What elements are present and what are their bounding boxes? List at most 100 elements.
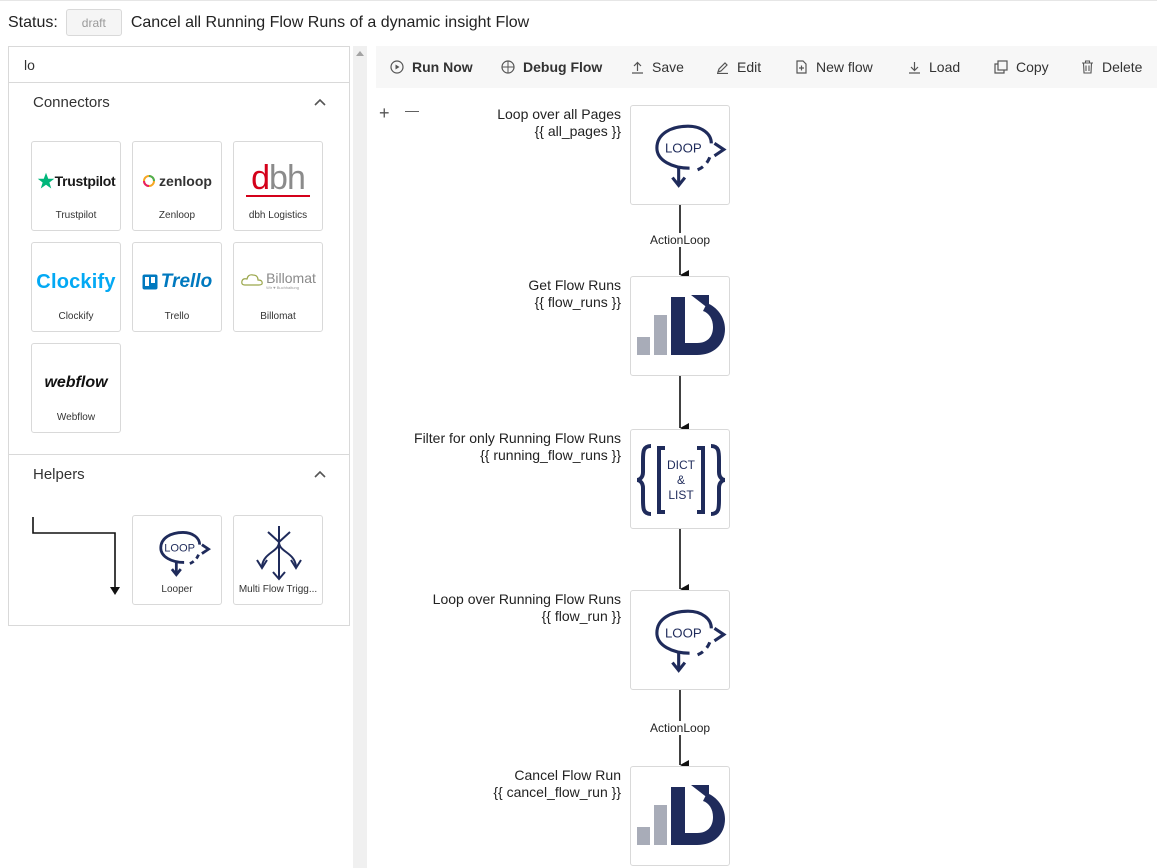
helper-tile-multi-flow-trigger[interactable]: Multi Flow Trigg...	[233, 515, 323, 605]
save-label: Save	[652, 59, 684, 75]
connectors-title: Connectors	[33, 93, 110, 111]
trustpilot-logo: Trustpilot	[32, 164, 120, 198]
zenloop-wordmark: zenloop	[159, 173, 212, 189]
dict-list-icon: DICT & LIST	[636, 444, 726, 516]
flow-canvas[interactable]: + — ActionLoop ActionLoop Loop over all …	[376, 88, 1157, 868]
copy-icon	[994, 60, 1008, 74]
status-bar: Status: draft Cancel all Running Flow Ru…	[0, 0, 1157, 44]
trello-board-icon	[142, 274, 158, 290]
billomat-wordmark: Billomat	[266, 270, 316, 286]
loop-icon-text: LOOP	[164, 542, 195, 554]
node-variable: {{ running_flow_runs }}	[480, 447, 621, 463]
connector-tile-trello[interactable]: Trello Trello	[132, 242, 222, 332]
run-now-button[interactable]: Run Now	[390, 46, 473, 88]
new-flow-label: New flow	[816, 59, 873, 75]
connector-label: Billomat	[260, 311, 296, 322]
connector-label: Trello	[164, 311, 190, 322]
run-now-label: Run Now	[412, 59, 473, 75]
chevron-up-icon[interactable]	[313, 467, 327, 481]
connector-tile-dbh[interactable]: dbh dbh Logistics	[233, 141, 323, 231]
scrollbar[interactable]	[353, 46, 367, 868]
bug-icon	[501, 60, 515, 74]
node-cancel-flow-run[interactable]	[630, 766, 730, 866]
upload-icon	[632, 61, 643, 74]
edge-label: ActionLoop	[650, 721, 711, 735]
connector-tile-billomat[interactable]: Billomat Wir ♥ Buchhaltung Billomat	[233, 242, 323, 332]
connector-label: Trustpilot	[55, 210, 97, 221]
save-button[interactable]: Save	[631, 46, 684, 88]
ampersand-text: &	[677, 473, 685, 487]
insight-icon	[637, 785, 725, 845]
star-icon	[37, 172, 54, 189]
chevron-up-icon[interactable]	[313, 95, 327, 109]
delete-label: Delete	[1102, 59, 1143, 75]
node-label: Cancel Flow Run {{ cancel_flow_run }}	[493, 767, 621, 801]
component-panel: lo Connectors Trustpilot Trustpilot zenl	[8, 46, 350, 626]
connector-tile-clockify[interactable]: Clockify Clockify	[31, 242, 121, 332]
load-button[interactable]: Load	[908, 46, 960, 88]
node-title: Loop over Running Flow Runs	[432, 591, 621, 607]
node-label: Loop over Running Flow Runs {{ flow_run …	[433, 591, 621, 625]
node-title: Get Flow Runs	[528, 277, 621, 293]
connectors-header[interactable]: Connectors	[9, 83, 349, 121]
billomat-logo: Billomat Wir ♥ Buchhaltung	[234, 263, 322, 297]
toolbar: Run Now Debug Flow Save Edit New flow Lo…	[376, 46, 1157, 88]
node-title: Loop over all Pages	[497, 106, 621, 122]
node-variable: {{ flow_run }}	[541, 608, 621, 624]
router-helper-icon[interactable]	[31, 515, 123, 599]
debug-flow-button[interactable]: Debug Flow	[501, 46, 602, 88]
list-text: LIST	[668, 488, 694, 502]
node-label: Get Flow Runs {{ flow_runs }}	[528, 277, 621, 311]
connector-tile-webflow[interactable]: webflow Webflow	[31, 343, 121, 433]
node-loop-over-all-pages[interactable]: LOOP	[630, 105, 730, 205]
billomat-tagline: Wir ♥ Buchhaltung	[266, 285, 299, 290]
edit-label: Edit	[737, 59, 762, 75]
helpers-title: Helpers	[33, 465, 85, 483]
delete-button[interactable]: Delete	[1081, 46, 1142, 88]
connector-tile-trustpilot[interactable]: Trustpilot Trustpilot	[31, 141, 121, 231]
status-badge: draft	[65, 9, 122, 36]
zenloop-logo: zenloop	[133, 164, 221, 198]
cloud-icon	[241, 274, 263, 286]
edit-button[interactable]: Edit	[716, 46, 761, 88]
node-get-flow-runs[interactable]	[630, 276, 730, 376]
node-variable: {{ flow_runs }}	[534, 294, 621, 310]
helpers-section: Helpers LOOP Looper Multi Flow Trigg...	[9, 455, 349, 605]
load-label: Load	[929, 59, 961, 75]
search-input[interactable]: lo	[9, 47, 349, 83]
clockify-logo: Clockify	[32, 265, 120, 299]
new-file-icon	[796, 60, 807, 74]
connector-tile-zenloop[interactable]: zenloop Zenloop	[132, 141, 222, 231]
webflow-wordmark: webflow	[44, 374, 108, 391]
loop-icon: LOOP	[159, 531, 211, 577]
connector-label: Zenloop	[158, 210, 196, 221]
download-icon	[909, 61, 920, 74]
search-input-value: lo	[24, 56, 35, 73]
node-title: Filter for only Running Flow Runs	[414, 430, 621, 446]
copy-button[interactable]: Copy	[994, 46, 1049, 88]
flow-edges	[679, 205, 689, 770]
dbh-underline	[246, 195, 310, 197]
dict-text: DICT	[667, 458, 696, 472]
clockify-wordmark: Clockify	[36, 270, 116, 293]
node-title: Cancel Flow Run	[514, 767, 621, 783]
node-variable: {{ cancel_flow_run }}	[493, 784, 621, 800]
trello-logo: Trello	[133, 265, 221, 299]
node-label: Filter for only Running Flow Runs {{ run…	[414, 430, 621, 464]
connector-label: Webflow	[56, 412, 96, 423]
helpers-header[interactable]: Helpers	[9, 455, 349, 493]
new-flow-button[interactable]: New flow	[795, 46, 873, 88]
edge-label: ActionLoop	[650, 233, 711, 247]
node-filter-running-flow-runs[interactable]: DICT & LIST	[630, 429, 730, 529]
helper-label: Looper	[161, 584, 193, 595]
helper-tile-looper[interactable]: LOOP Looper	[132, 515, 222, 605]
loop-icon: LOOP	[655, 609, 727, 673]
node-variable: {{ all_pages }}	[534, 123, 621, 139]
connectors-section: Connectors Trustpilot Trustpilot zenloop…	[9, 83, 349, 455]
trustpilot-wordmark: Trustpilot	[54, 173, 116, 189]
flow-title[interactable]: Cancel all Running Flow Runs of a dynami…	[131, 14, 529, 32]
scroll-up-arrow-icon[interactable]	[356, 51, 364, 56]
node-loop-over-running-flow-runs[interactable]: LOOP	[630, 590, 730, 690]
webflow-logo: webflow	[32, 366, 120, 400]
insight-icon	[637, 295, 725, 355]
